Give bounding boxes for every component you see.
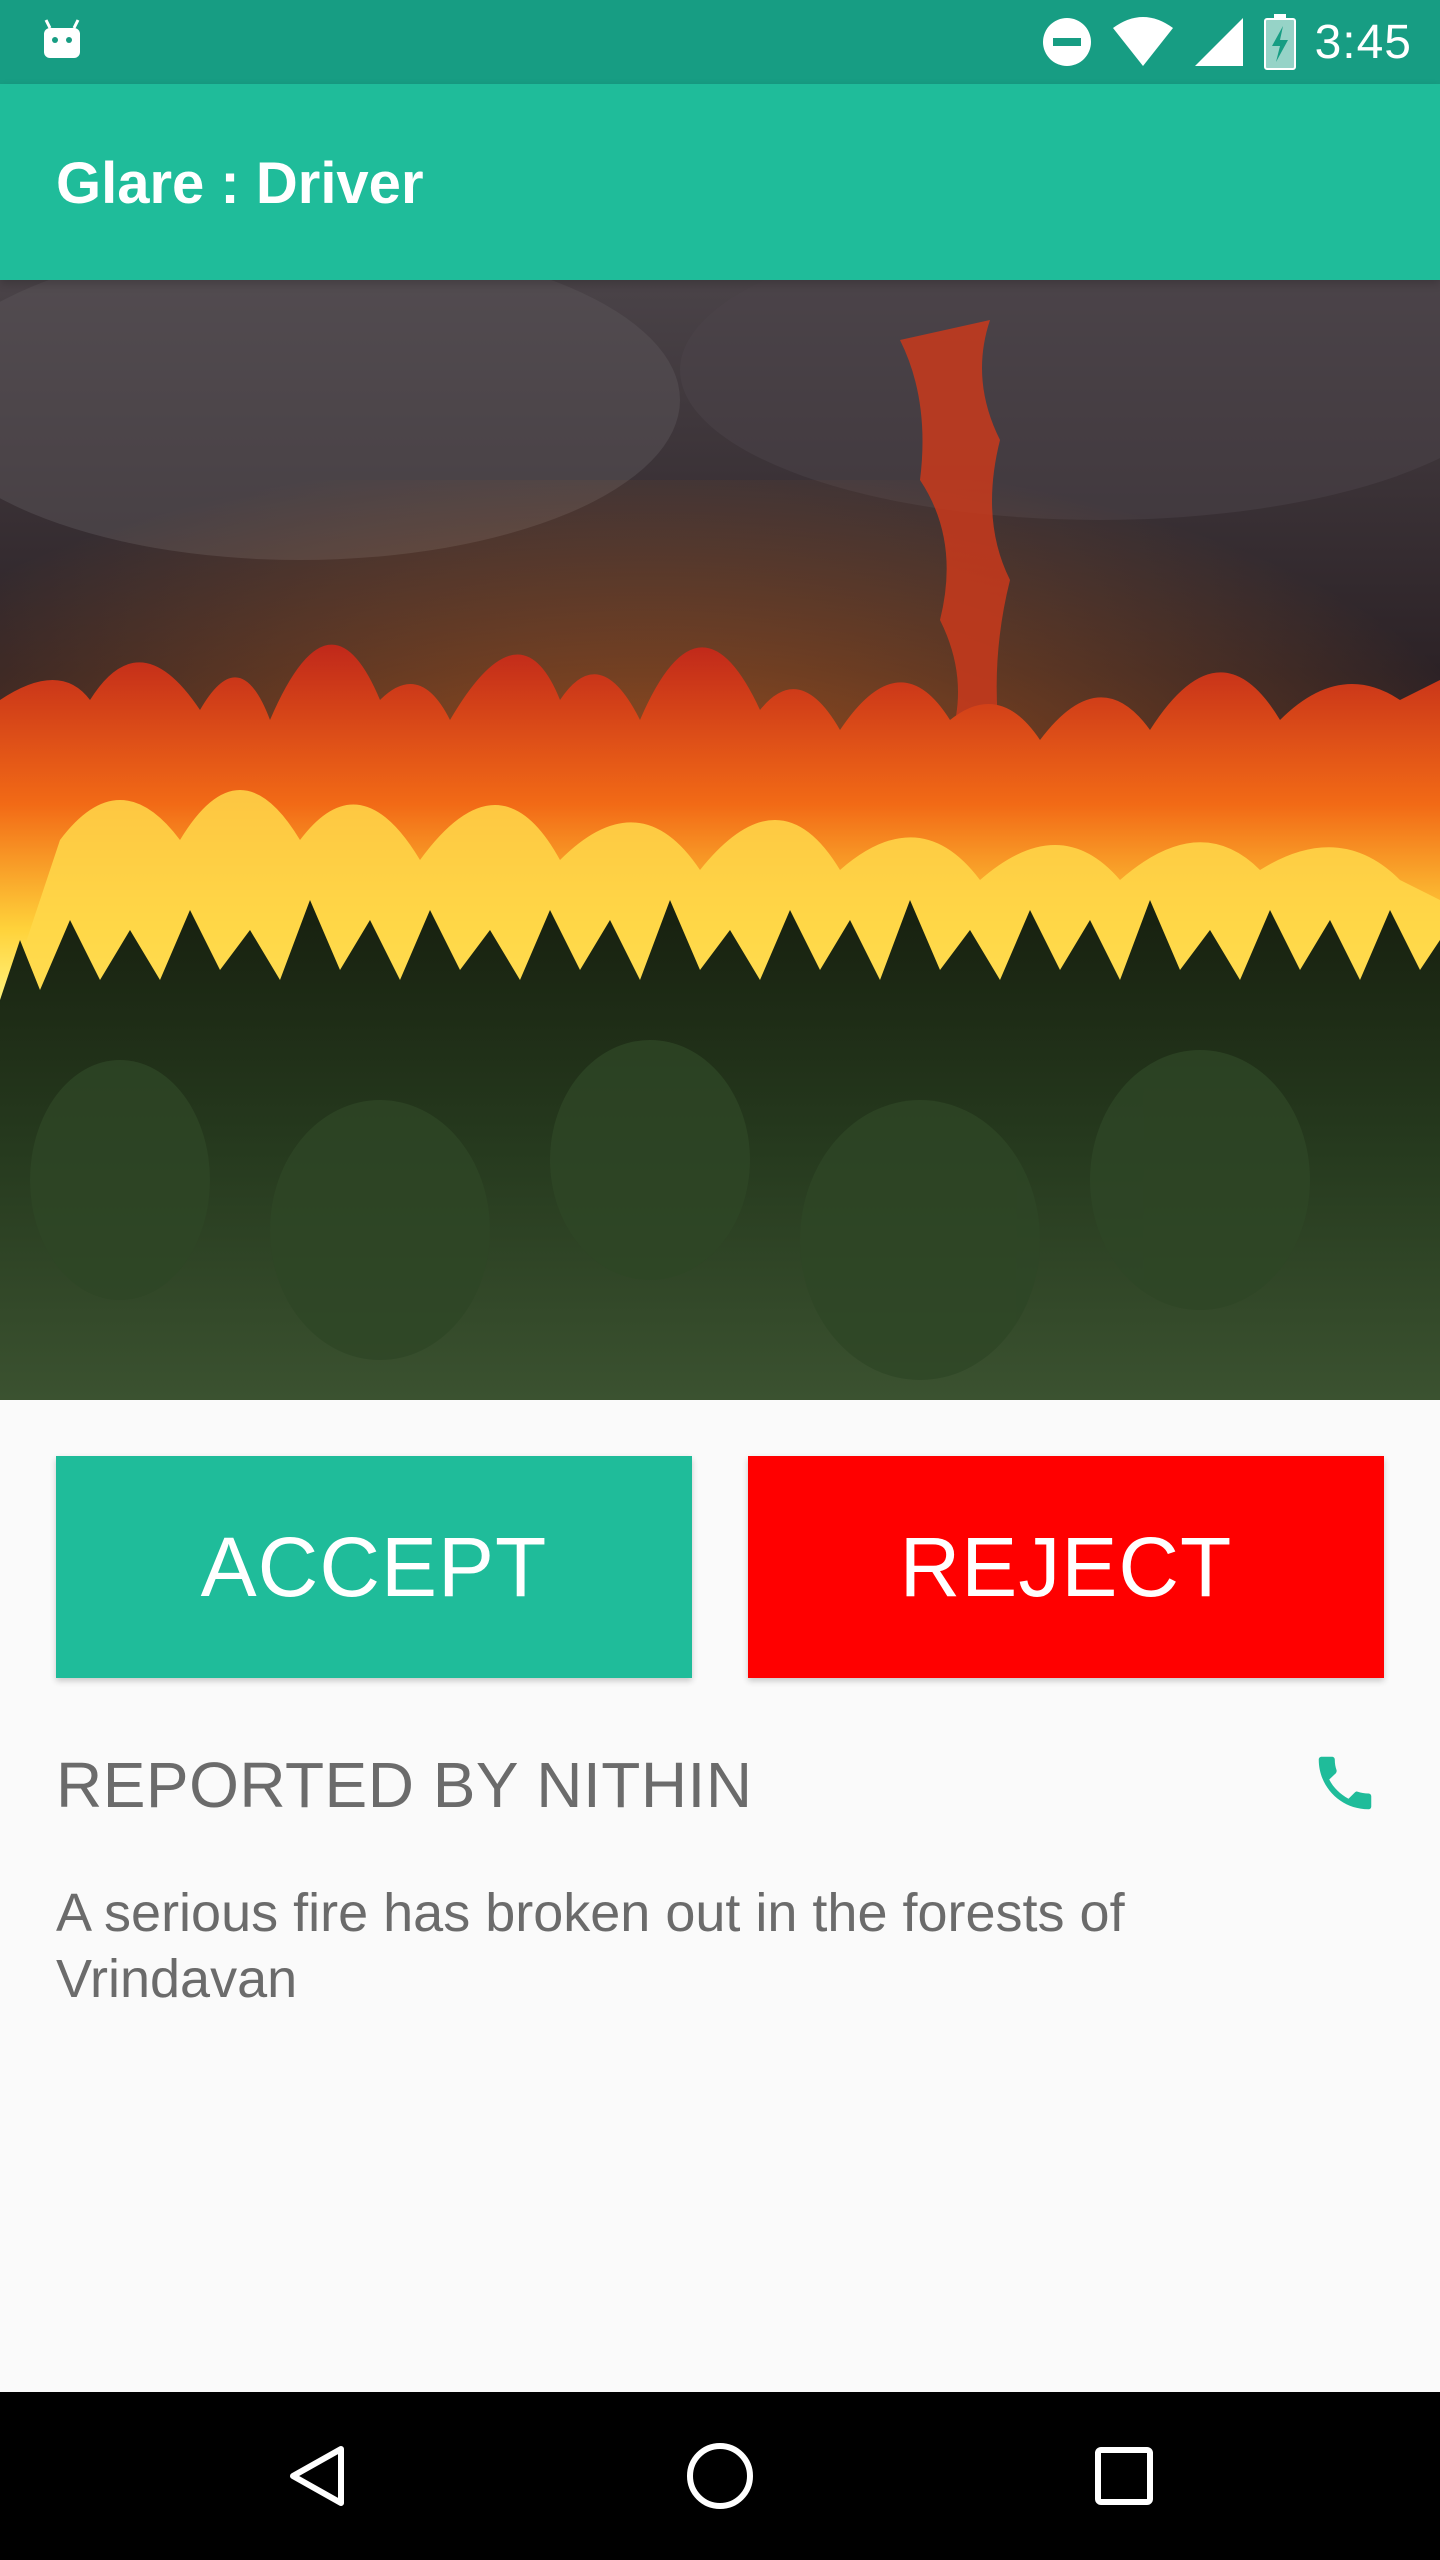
- back-icon: [290, 2446, 344, 2506]
- status-bar: 3:45: [0, 0, 1440, 84]
- reject-button[interactable]: REJECT: [748, 1456, 1384, 1678]
- reported-by-label: REPORTED BY NITHIN: [56, 1749, 753, 1821]
- do-not-disturb-icon: [1042, 18, 1091, 66]
- status-clock: 3:45: [1314, 15, 1412, 69]
- nav-home-button[interactable]: [660, 2416, 780, 2536]
- android-debug-icon: [44, 19, 80, 58]
- call-button[interactable]: [1300, 1738, 1390, 1828]
- accept-button[interactable]: ACCEPT: [56, 1456, 692, 1678]
- incident-image: [0, 280, 1440, 1400]
- app-title: Glare : Driver: [56, 151, 424, 216]
- cell-signal-icon: [1194, 18, 1243, 66]
- nav-bar: [0, 2392, 1440, 2560]
- battery-charging-icon: [1263, 14, 1296, 70]
- wifi-icon: [1112, 17, 1173, 66]
- incident-description: A serious fire has broken out in the for…: [56, 1883, 1125, 2009]
- recents-icon: [1095, 2447, 1153, 2505]
- screen: 3:45 Glare : Driver ACCEPT REJECT REPORT…: [0, 0, 1440, 2560]
- phone-icon: [1318, 1756, 1372, 1810]
- nav-back-button[interactable]: [256, 2416, 376, 2536]
- nav-recents-button[interactable]: [1064, 2416, 1184, 2536]
- status-icons: 3:45: [1041, 0, 1412, 84]
- home-icon: [687, 2443, 753, 2509]
- app-bar: Glare : Driver: [0, 84, 1440, 280]
